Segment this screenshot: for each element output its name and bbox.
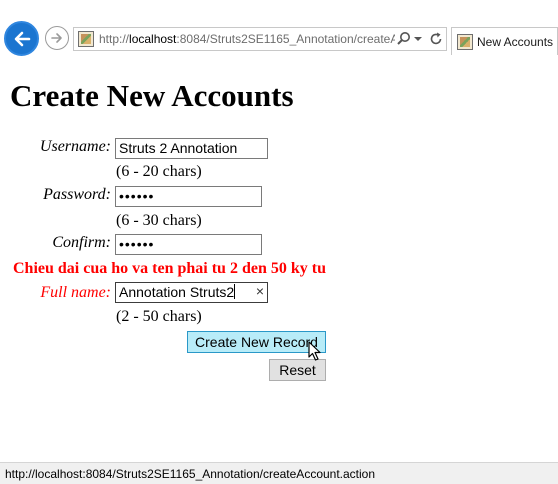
mouse-pointer-icon [308,341,322,366]
back-arrow-icon [14,31,31,47]
text-caret [234,284,236,299]
fullname-value: Annotation Struts2 [119,284,235,300]
password-hint: (6 - 30 chars) [116,212,202,229]
password-label: Password: [43,186,111,203]
status-bar: http://localhost:8084/Struts2SE1165_Anno… [0,462,558,484]
username-label: Username: [39,138,111,155]
tab-favicon [457,34,473,50]
back-button[interactable] [4,21,39,56]
status-url: http://localhost:8084/Struts2SE1165_Anno… [5,467,376,481]
tab-title: New Accounts [477,35,554,49]
password-input[interactable]: •••••• [115,186,262,207]
confirm-password-input[interactable]: •••••• [115,234,262,255]
browser-toolbar: http://localhost:8084/Struts2SE1165_Anno… [0,0,558,80]
clear-icon[interactable]: × [256,283,264,300]
refresh-icon[interactable] [428,31,444,50]
fullname-hint: (2 - 50 chars) [116,308,202,325]
dropdown-icon[interactable] [413,31,423,50]
forward-arrow-icon [51,33,62,43]
page-favicon [78,31,94,47]
fullname-error-message: Chieu dai cua ho va ten phai tu 2 den 50… [13,260,326,277]
confirm-label: Confirm: [52,234,111,251]
page-title: Create New Accounts [10,78,294,113]
tab-new-accounts[interactable]: New Accounts [451,27,558,55]
address-url[interactable]: http://localhost:8084/Struts2SE1165_Anno… [99,32,395,46]
fullname-label: Full name: [40,284,111,301]
fullname-input[interactable]: Annotation Struts2 × [115,282,268,303]
username-hint: (6 - 20 chars) [116,163,202,180]
address-bar[interactable]: http://localhost:8084/Struts2SE1165_Anno… [73,27,447,51]
create-new-record-button[interactable]: Create New Record [187,331,326,353]
forward-button[interactable] [45,26,69,50]
search-icon[interactable] [396,31,412,50]
username-input[interactable]: Struts 2 Annotation [115,138,268,159]
